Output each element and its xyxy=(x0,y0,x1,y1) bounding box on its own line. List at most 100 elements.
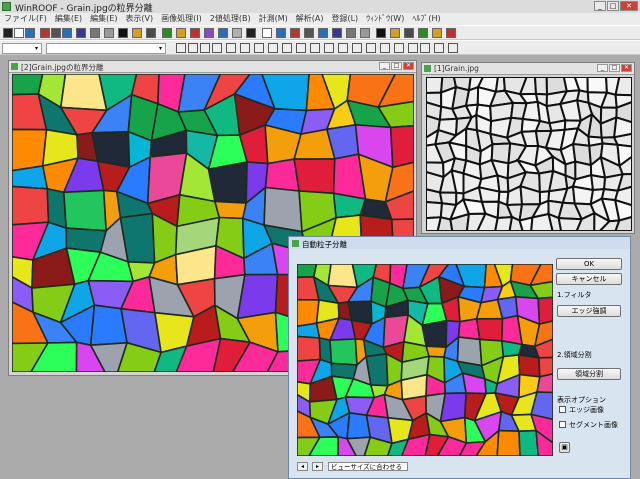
dropper-icon[interactable] xyxy=(276,28,286,38)
binary-tool-17-icon[interactable] xyxy=(408,43,418,53)
binary-tool-5-icon[interactable] xyxy=(240,43,250,53)
menu-measure[interactable]: 計測(M) xyxy=(259,13,288,25)
copy-icon[interactable] xyxy=(51,28,61,38)
save-icon[interactable]: ▣ xyxy=(559,442,570,453)
binary-tool-6-icon[interactable] xyxy=(254,43,264,53)
open-icon[interactable] xyxy=(14,28,24,38)
undo-icon[interactable] xyxy=(90,28,100,38)
paste-icon[interactable] xyxy=(62,28,72,38)
prev-icon[interactable]: ◂ xyxy=(297,462,308,471)
binary-tool-8-icon[interactable] xyxy=(282,43,292,53)
preview-image[interactable] xyxy=(297,264,553,456)
sparkle-icon[interactable] xyxy=(332,28,342,38)
window-title-bar[interactable]: [2]Grain.jpgの粒界分離 _ □ ✕ xyxy=(9,61,416,73)
window-title-bar[interactable]: [1]Grain.jpg _ □ ✕ xyxy=(422,63,634,75)
save-icon-28[interactable] xyxy=(390,28,400,38)
redo-icon[interactable] xyxy=(104,28,114,38)
binary-tool-19-icon[interactable] xyxy=(434,43,444,53)
print-icon-32[interactable] xyxy=(446,28,456,38)
grain-region xyxy=(425,345,447,358)
menu-help[interactable]: ﾍﾙﾌﾟ(H) xyxy=(412,13,440,25)
close-button[interactable]: ✕ xyxy=(403,62,414,70)
layer-combo[interactable]: ▾ xyxy=(2,43,42,54)
ok-button[interactable]: OK xyxy=(556,258,622,270)
cross-icon[interactable] xyxy=(190,28,200,38)
maximize-button[interactable]: □ xyxy=(607,1,619,11)
maximize-button[interactable]: □ xyxy=(609,64,620,72)
binary-tool-4-icon[interactable] xyxy=(226,43,236,53)
grid-icon[interactable] xyxy=(118,28,128,38)
grain-region xyxy=(263,186,303,233)
menu-edit[interactable]: 編集(E) xyxy=(55,13,82,25)
main-toolbar xyxy=(0,25,640,40)
maximize-button[interactable]: □ xyxy=(391,62,402,70)
menu-binary[interactable]: 2値処理(B) xyxy=(210,13,251,25)
dialog-title-bar[interactable]: 自動粒子分離 xyxy=(289,237,630,249)
auto-grain-separation-dialog[interactable]: 自動粒子分離 OK キャンセル 1.フィルタ エッジ強調 2.領域分割 領域分割… xyxy=(288,236,631,479)
menu-register[interactable]: 登録(L) xyxy=(331,13,358,25)
binary-tool-18-icon[interactable] xyxy=(420,43,430,53)
hand-icon[interactable] xyxy=(232,28,242,38)
minimize-button[interactable]: _ xyxy=(597,64,608,72)
edge-enhance-button[interactable]: エッジ強調 xyxy=(557,305,621,317)
cut-icon[interactable] xyxy=(40,28,50,38)
text-icon[interactable] xyxy=(304,28,314,38)
binary-tool-16-icon[interactable] xyxy=(394,43,404,53)
print-icon[interactable] xyxy=(76,28,86,38)
new-icon[interactable] xyxy=(3,28,13,38)
polygon-icon[interactable] xyxy=(218,28,228,38)
binary-tool-20-icon[interactable] xyxy=(448,43,458,53)
pen-icon[interactable] xyxy=(262,28,272,38)
binary-tool-1-icon[interactable] xyxy=(188,43,198,53)
cancel-button[interactable]: キャンセル xyxy=(556,273,622,285)
binary-tool-2-icon[interactable] xyxy=(200,43,210,53)
grain-region xyxy=(12,165,49,190)
next-icon[interactable]: ▸ xyxy=(312,462,323,471)
binary-tool-9-icon[interactable] xyxy=(296,43,306,53)
move-icon[interactable] xyxy=(204,28,214,38)
edge-image-checkbox[interactable] xyxy=(559,406,566,413)
grain-region xyxy=(264,158,300,192)
zoom-select[interactable]: ビューサイズに合わせる xyxy=(328,462,408,471)
cut-icon-29[interactable] xyxy=(404,28,414,38)
menu-window[interactable]: ｳｨﾝﾄﾞｳ(W) xyxy=(366,13,404,25)
menu-edit-2[interactable]: 編集(E) xyxy=(90,13,117,25)
minimize-button[interactable]: _ xyxy=(379,62,390,70)
minimize-button[interactable]: _ xyxy=(594,1,606,11)
binary-tool-13-icon[interactable] xyxy=(352,43,362,53)
region-split-button[interactable]: 領域分割 xyxy=(557,368,621,380)
menu-image-processing[interactable]: 画像処理(I) xyxy=(161,13,202,25)
menu-view[interactable]: 表示(V) xyxy=(125,13,153,25)
new-icon-26[interactable] xyxy=(360,28,370,38)
measure-icon[interactable] xyxy=(346,28,356,38)
binary-tool-11-icon[interactable] xyxy=(324,43,334,53)
copy-icon-30[interactable] xyxy=(418,28,428,38)
original-image-window[interactable]: [1]Grain.jpg _ □ ✕ xyxy=(421,62,635,234)
rect-select-icon[interactable] xyxy=(162,28,172,38)
binary-tool-12-icon[interactable] xyxy=(338,43,348,53)
binary-tool-10-icon[interactable] xyxy=(310,43,320,53)
binary-tool-14-icon[interactable] xyxy=(366,43,376,53)
grain-region xyxy=(475,317,504,342)
menu-analysis[interactable]: 解析(A) xyxy=(296,13,324,25)
binary-tool-7-icon[interactable] xyxy=(268,43,278,53)
color-combo[interactable]: ▾ xyxy=(46,43,166,54)
fill-icon[interactable] xyxy=(290,28,300,38)
save-icon[interactable] xyxy=(25,28,35,38)
zoom-icon[interactable] xyxy=(246,28,256,38)
line-icon[interactable] xyxy=(176,28,186,38)
binary-tool-15-icon[interactable] xyxy=(380,43,390,53)
open-icon-27[interactable] xyxy=(376,28,386,38)
paste-icon-31[interactable] xyxy=(432,28,442,38)
segment-image-checkbox[interactable] xyxy=(559,421,566,428)
close-button[interactable]: ✕ xyxy=(621,64,632,72)
binary-tool-0-icon[interactable] xyxy=(176,43,186,53)
arrow-icon[interactable] xyxy=(318,28,328,38)
ruler-icon[interactable] xyxy=(146,28,156,38)
close-button[interactable]: ✕ xyxy=(620,1,638,11)
grain-cell xyxy=(590,173,607,192)
menu-file[interactable]: ファイル(F) xyxy=(4,13,47,25)
image-icon[interactable] xyxy=(132,28,142,38)
original-grain-image[interactable] xyxy=(426,77,632,231)
binary-tool-3-icon[interactable] xyxy=(212,43,222,53)
